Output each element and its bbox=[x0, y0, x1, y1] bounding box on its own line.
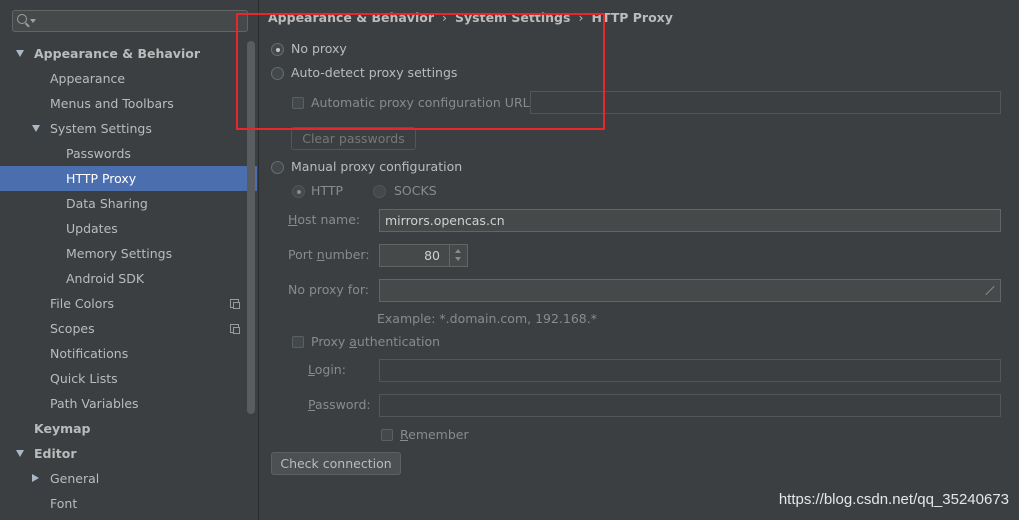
sidebar-item-label: General bbox=[50, 471, 100, 486]
watermark-text: https://blog.csdn.net/qq_35240673 bbox=[778, 491, 1009, 508]
http-radio[interactable] bbox=[292, 185, 305, 198]
sidebar-item-font[interactable]: Font bbox=[0, 491, 257, 516]
search-history-dropdown-icon[interactable] bbox=[30, 19, 36, 23]
sidebar-item-label: Notifications bbox=[50, 346, 129, 361]
socks-label[interactable]: SOCKS bbox=[394, 183, 437, 198]
sidebar-item-label: Appearance & Behavior bbox=[34, 46, 200, 61]
sidebar-item-label: Android SDK bbox=[66, 271, 145, 286]
expand-arrow-icon[interactable] bbox=[32, 125, 40, 132]
login-label: Login: bbox=[308, 362, 346, 377]
sidebar-item-path-variables[interactable]: Path Variables bbox=[0, 391, 257, 416]
sidebar-item-notifications[interactable]: Notifications bbox=[0, 341, 257, 366]
sidebar-item-quick-lists[interactable]: Quick Lists bbox=[0, 366, 257, 391]
sidebar-item-general[interactable]: General bbox=[0, 466, 257, 491]
sidebar-item-label: Updates bbox=[66, 221, 118, 236]
search-icon bbox=[17, 14, 27, 24]
manual-proxy-label[interactable]: Manual proxy configuration bbox=[291, 159, 462, 174]
sidebar-item-system-settings[interactable]: System Settings bbox=[0, 116, 257, 141]
sidebar-item-label: Memory Settings bbox=[66, 246, 173, 261]
check-connection-button[interactable]: Check connection bbox=[271, 452, 401, 475]
settings-tree: Appearance & Behavior Appearance Menus and… bbox=[0, 41, 257, 516]
expand-field-icon[interactable] bbox=[985, 285, 995, 295]
settings-sidebar: Appearance & Behavior Appearance Menus and… bbox=[0, 0, 259, 520]
sidebar-item-http-proxy[interactable]: HTTP Proxy bbox=[0, 166, 257, 191]
sidebar-item-android-sdk[interactable]: Android SDK bbox=[0, 266, 257, 291]
socks-radio[interactable] bbox=[373, 185, 386, 198]
sidebar-item-label: Quick Lists bbox=[50, 371, 118, 386]
remember-label[interactable]: Remember bbox=[400, 427, 469, 442]
host-name-input[interactable]: mirrors.opencas.cn bbox=[379, 209, 1001, 232]
sidebar-item-label: Scopes bbox=[50, 321, 95, 336]
proxy-authentication-checkbox[interactable] bbox=[292, 336, 304, 348]
sidebar-item-label: Font bbox=[50, 496, 78, 511]
login-input[interactable] bbox=[379, 359, 1001, 382]
sidebar-item-keymap[interactable]: Keymap bbox=[0, 416, 257, 441]
sidebar-item-passwords[interactable]: Passwords bbox=[0, 141, 257, 166]
expand-arrow-icon[interactable] bbox=[16, 50, 24, 57]
sidebar-item-scopes[interactable]: Scopes bbox=[0, 316, 257, 341]
sidebar-item-menus-and-toolbars[interactable]: Menus and Toolbars bbox=[0, 91, 257, 116]
sidebar-item-label: HTTP Proxy bbox=[66, 171, 137, 186]
password-input[interactable] bbox=[379, 394, 1001, 417]
http-label[interactable]: HTTP bbox=[311, 183, 343, 198]
sidebar-item-label: Passwords bbox=[66, 146, 131, 161]
remember-checkbox[interactable] bbox=[381, 429, 393, 441]
copy-scheme-icon bbox=[230, 324, 240, 334]
clear-passwords-button[interactable]: Clear passwords bbox=[291, 127, 416, 150]
host-name-label: Host name: bbox=[288, 212, 361, 227]
settings-search-field[interactable] bbox=[12, 10, 248, 32]
sidebar-item-appearance-behavior[interactable]: Appearance & Behavior bbox=[0, 41, 257, 66]
sidebar-item-label: Editor bbox=[34, 446, 77, 461]
sidebar-item-label: Data Sharing bbox=[66, 196, 148, 211]
sidebar-item-appearance[interactable]: Appearance bbox=[0, 66, 257, 91]
sidebar-item-label: Appearance bbox=[50, 71, 126, 86]
settings-window: Appearance & Behavior Appearance Menus and… bbox=[0, 0, 1019, 520]
port-number-label: Port number: bbox=[288, 247, 370, 262]
sidebar-item-label: Keymap bbox=[34, 421, 91, 436]
no-proxy-example-text: Example: *.domain.com, 192.168.* bbox=[377, 311, 597, 326]
sidebar-item-label: File Colors bbox=[50, 296, 115, 311]
collapse-arrow-icon[interactable] bbox=[32, 474, 39, 482]
spinner-down-icon[interactable] bbox=[455, 257, 461, 261]
port-spinner-buttons[interactable] bbox=[449, 244, 467, 267]
manual-proxy-radio[interactable] bbox=[271, 161, 284, 174]
sidebar-item-memory-settings[interactable]: Memory Settings bbox=[0, 241, 257, 266]
sidebar-item-data-sharing[interactable]: Data Sharing bbox=[0, 191, 257, 216]
annotation-highlight-box bbox=[236, 13, 605, 130]
sidebar-item-label: Path Variables bbox=[50, 396, 139, 411]
no-proxy-for-input[interactable] bbox=[379, 279, 1001, 302]
proxy-authentication-label[interactable]: Proxy authentication bbox=[311, 334, 440, 349]
no-proxy-for-label: No proxy for: bbox=[288, 282, 369, 297]
copy-scheme-icon bbox=[230, 299, 240, 309]
spinner-up-icon[interactable] bbox=[455, 249, 461, 253]
sidebar-item-file-colors[interactable]: File Colors bbox=[0, 291, 257, 316]
sidebar-item-editor[interactable]: Editor bbox=[0, 441, 257, 466]
expand-arrow-icon[interactable] bbox=[16, 450, 24, 457]
sidebar-item-label: System Settings bbox=[50, 121, 152, 136]
password-label: Password: bbox=[308, 397, 371, 412]
sidebar-item-label: Menus and Toolbars bbox=[50, 96, 174, 111]
sidebar-item-updates[interactable]: Updates bbox=[0, 216, 257, 241]
